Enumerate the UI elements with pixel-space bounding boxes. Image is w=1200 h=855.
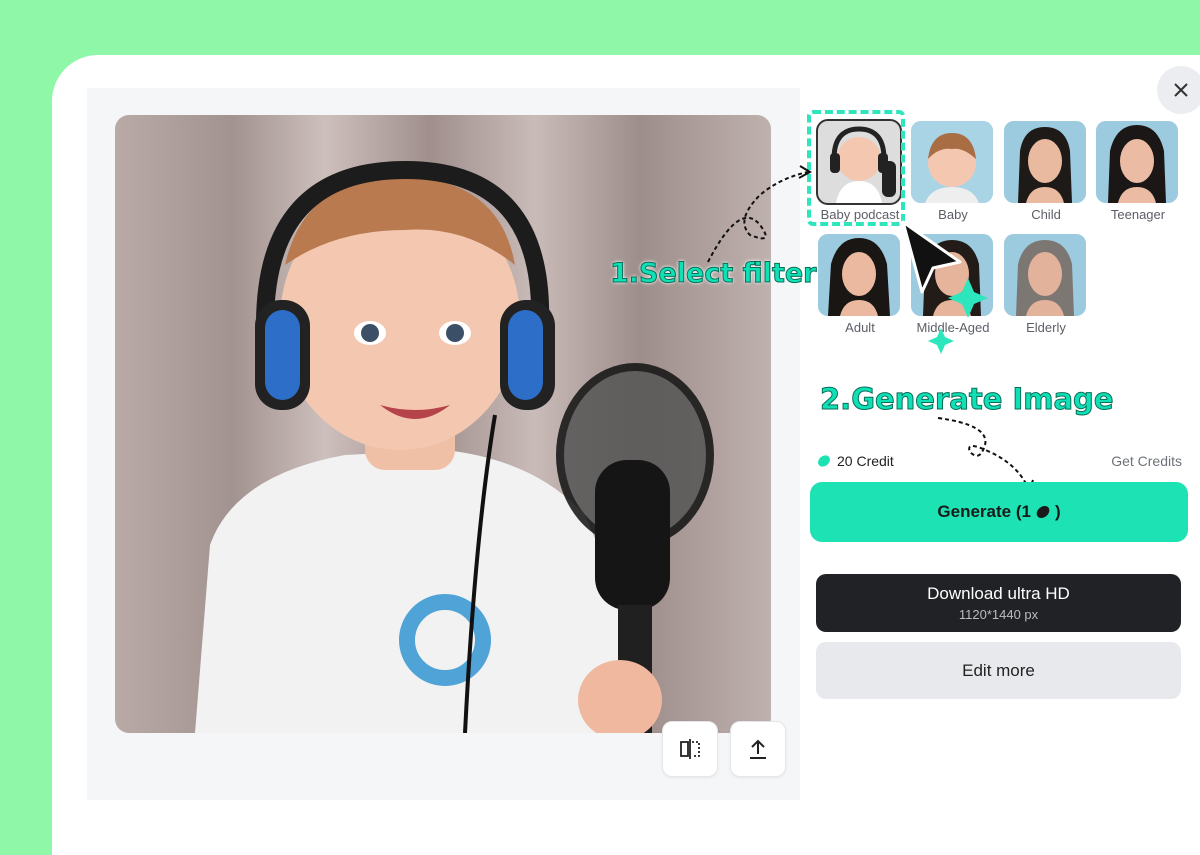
credit-row: 20 Credit Get Credits bbox=[817, 450, 1182, 474]
step2-annotation: 2.Generate Image bbox=[819, 382, 1114, 417]
download-label: Download ultra HD bbox=[927, 584, 1070, 603]
generate-button[interactable]: Generate (1 ) bbox=[810, 482, 1188, 542]
cursor-icon bbox=[901, 220, 962, 294]
sparkle-icon bbox=[948, 278, 988, 318]
credit-balance: 20 Credit bbox=[817, 453, 894, 469]
credit-bean-icon bbox=[1036, 505, 1050, 519]
credit-balance-text: 20 Credit bbox=[837, 453, 894, 469]
download-ultra-hd-button[interactable]: Download ultra HD 1120*1440 px bbox=[816, 574, 1181, 632]
credit-bean-icon bbox=[818, 455, 830, 467]
download-resolution: 1120*1440 px bbox=[958, 607, 1039, 622]
sparkle-icon bbox=[928, 328, 954, 354]
generate-label: Generate (1 bbox=[937, 502, 1031, 521]
get-credits-link[interactable]: Get Credits bbox=[1111, 453, 1182, 469]
generate-suffix: ) bbox=[1054, 502, 1061, 521]
edit-more-button[interactable]: Edit more bbox=[816, 642, 1181, 699]
step1-annotation: 1.Select filter bbox=[609, 258, 817, 290]
